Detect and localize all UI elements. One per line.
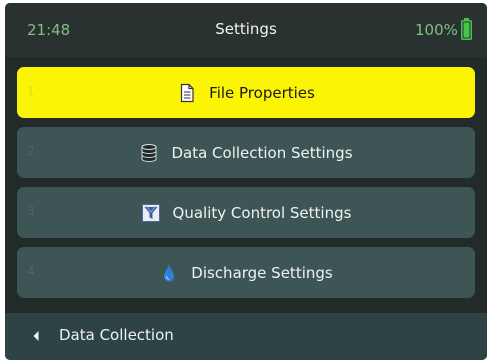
- status-bar: 21:48 Settings 100%: [5, 3, 487, 57]
- menu-item-file-properties[interactable]: 1 File Properties: [17, 67, 475, 118]
- battery-full-icon: [461, 18, 472, 40]
- menu-item-quality-control-settings[interactable]: 3 Quality Control Settings: [17, 187, 475, 238]
- database-icon: [141, 143, 157, 162]
- menu-item-data-collection-settings[interactable]: 2 Data Collection Settings: [17, 127, 475, 178]
- water-drop-icon: [164, 264, 175, 281]
- menu-item-discharge-settings[interactable]: 4 Discharge Settings: [17, 247, 475, 298]
- chevron-left-icon: [33, 331, 39, 341]
- document-icon: [181, 83, 194, 102]
- menu-item-label: Quality Control Settings: [172, 203, 352, 222]
- battery-level: 100%: [415, 21, 458, 39]
- device-screen: 21:48 Settings 100% 1 File Properties 2: [5, 3, 487, 360]
- menu-item-label: File Properties: [209, 83, 315, 102]
- menu-item-label: Discharge Settings: [191, 263, 333, 282]
- quality-control-icon: [141, 203, 160, 222]
- menu-item-label: Data Collection Settings: [171, 143, 353, 162]
- back-label: Data Collection: [59, 326, 174, 344]
- back-navigation[interactable]: Data Collection: [5, 313, 487, 360]
